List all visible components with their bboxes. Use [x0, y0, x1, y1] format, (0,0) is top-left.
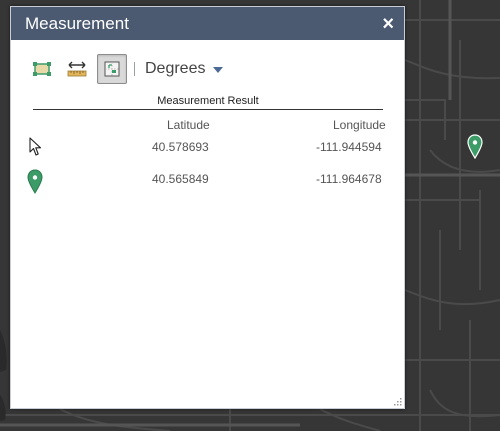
distance-tool-icon [67, 61, 87, 77]
row-1-longitude: -111.944594 [316, 140, 382, 154]
toolbar-divider [134, 62, 135, 76]
measurement-result-heading: Measurement Result [33, 95, 383, 110]
measurement-panel: Measurement × Degrees Measurement Result… [10, 6, 405, 409]
area-tool-button[interactable] [27, 54, 57, 84]
latitude-column-header: Latitude [167, 118, 210, 132]
unit-dropdown[interactable]: Degrees [145, 60, 224, 78]
row-2-longitude: -111.964678 [316, 172, 382, 186]
row-1-latitude: 40.578693 [152, 140, 209, 154]
distance-tool-button[interactable] [62, 54, 92, 84]
cursor-icon [29, 137, 42, 156]
row-2-latitude: 40.565849 [152, 172, 209, 186]
longitude-column-header: Longitude [333, 118, 386, 132]
close-button[interactable]: × [382, 14, 394, 34]
location-tool-icon [104, 61, 120, 77]
area-tool-icon [33, 62, 51, 76]
measurement-toolbar: Degrees [27, 54, 224, 84]
chevron-down-icon [213, 67, 224, 73]
marker-icon [27, 169, 43, 194]
panel-titlebar[interactable]: Measurement × [11, 7, 404, 40]
unit-dropdown-label: Degrees [145, 60, 206, 77]
resize-handle-icon[interactable] [392, 396, 402, 406]
location-tool-button[interactable] [97, 54, 127, 84]
map-location-marker-icon[interactable] [467, 134, 483, 160]
panel-title: Measurement [25, 13, 129, 33]
